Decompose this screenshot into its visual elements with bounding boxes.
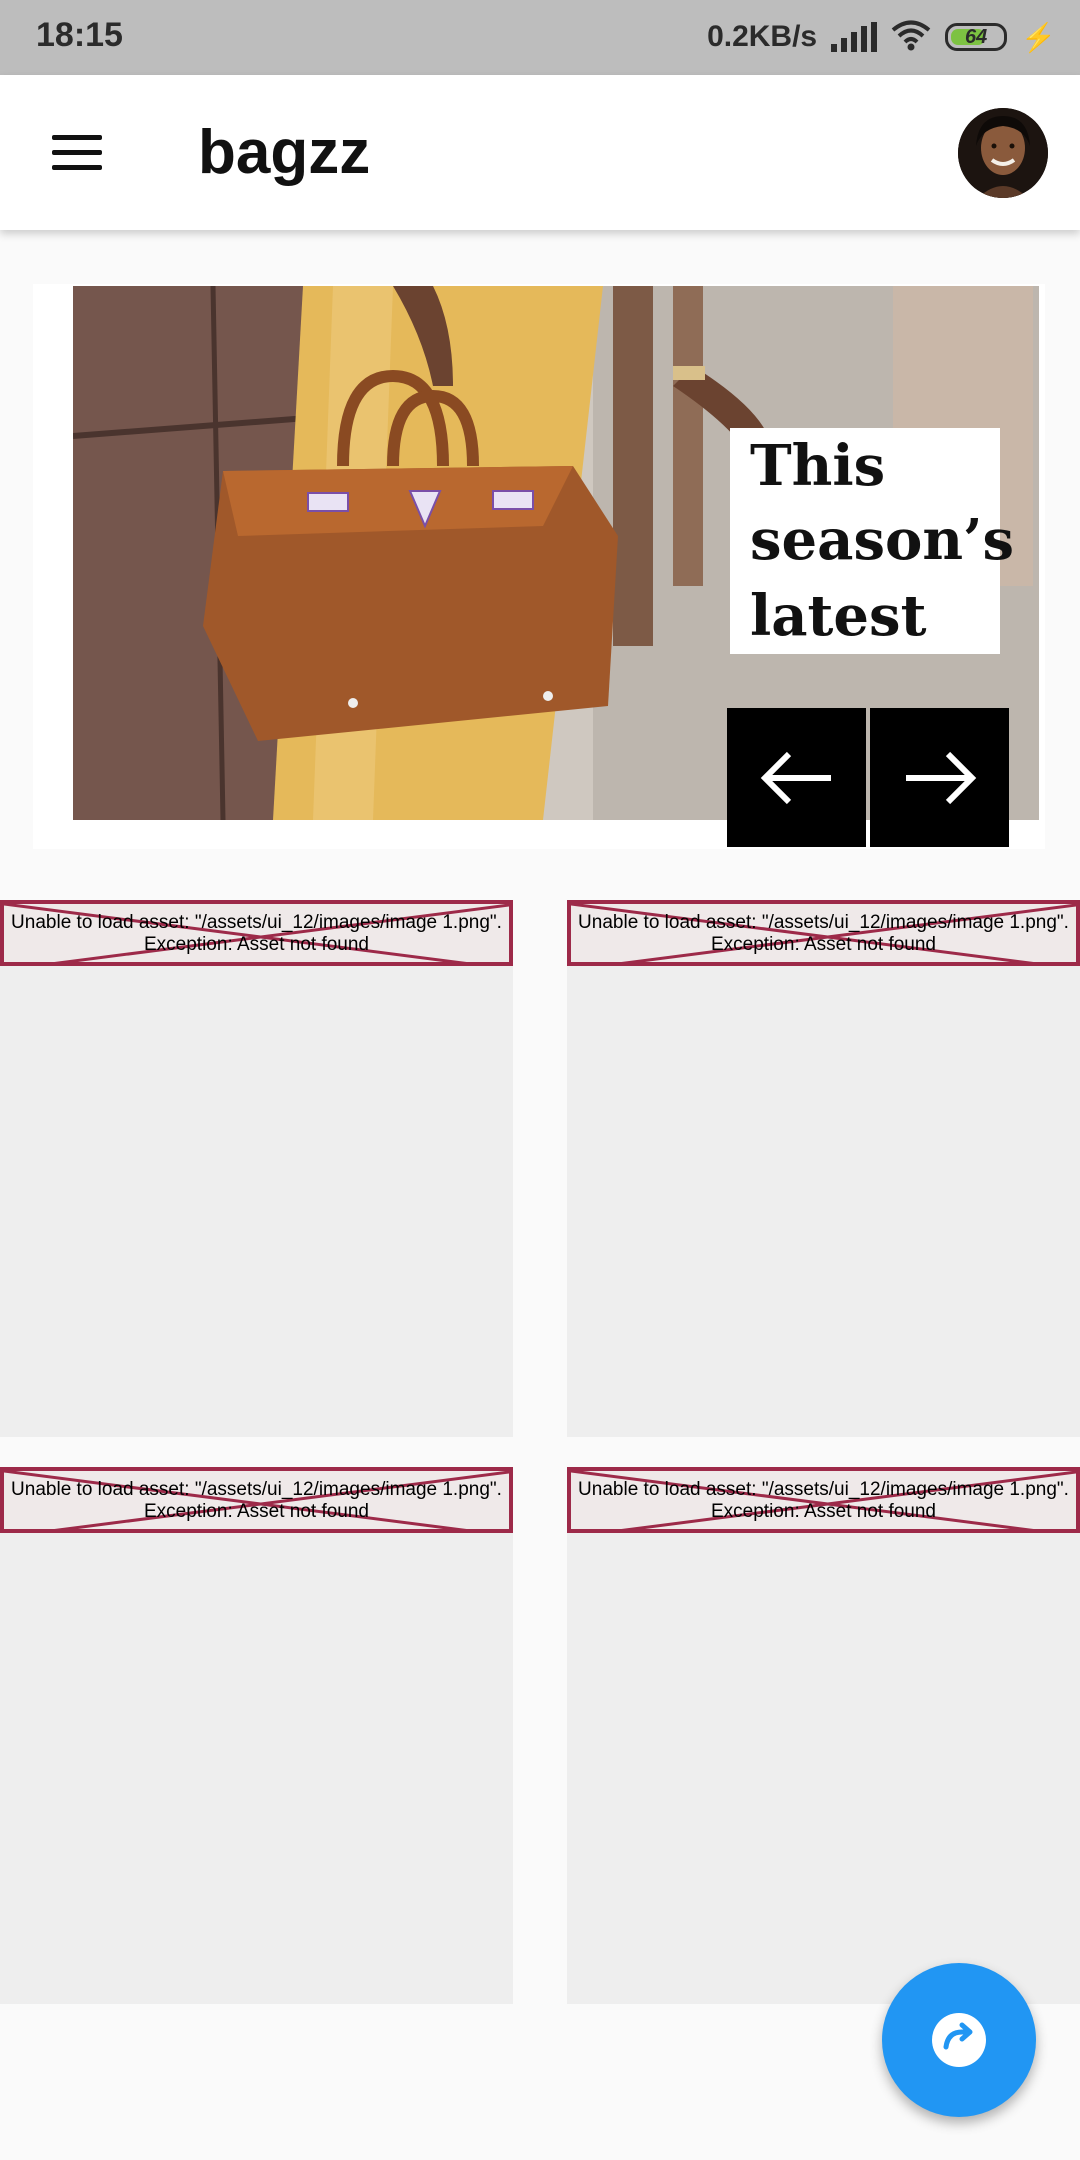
fab-button[interactable] xyxy=(882,1963,1036,2117)
wifi-icon xyxy=(891,19,931,56)
arrow-left-icon xyxy=(760,751,831,804)
battery-level: 64 xyxy=(965,25,988,48)
menu-icon[interactable] xyxy=(52,135,102,171)
asset-error-box: Unable to load asset: "/assets/ui_12/ima… xyxy=(0,900,513,966)
hero-caption: This season’s latest xyxy=(730,428,1014,654)
product-card[interactable]: Unable to load asset: "/assets/ui_12/ima… xyxy=(0,1467,513,2004)
network-speed: 0.2KB/s xyxy=(707,20,818,53)
prev-button[interactable] xyxy=(727,708,866,847)
product-card[interactable]: Unable to load asset: "/assets/ui_12/ima… xyxy=(567,1467,1080,2004)
next-button[interactable] xyxy=(870,708,1009,847)
user-avatar[interactable] xyxy=(958,108,1048,198)
asset-error-text: Unable to load asset: "/assets/ui_12/ima… xyxy=(11,1479,502,1522)
charging-bolt-icon: ⚡ xyxy=(1021,21,1056,53)
caption-line: season’s xyxy=(750,507,1015,573)
asset-error-box: Unable to load asset: "/assets/ui_12/ima… xyxy=(0,1467,513,1533)
asset-error-box: Unable to load asset: "/assets/ui_12/ima… xyxy=(567,900,1080,966)
app-title: bagzz xyxy=(198,118,371,187)
status-time: 18:15 xyxy=(36,16,123,54)
caption-line: This xyxy=(750,433,886,499)
status-bar: 18:15 0.2KB/s 64 ⚡ xyxy=(0,0,1080,75)
asset-error-box: Unable to load asset: "/assets/ui_12/ima… xyxy=(567,1467,1080,1533)
product-card[interactable]: Unable to load asset: "/assets/ui_12/ima… xyxy=(0,900,513,1437)
asset-error-text: Unable to load asset: "/assets/ui_12/ima… xyxy=(578,1479,1069,1522)
arrow-right-icon xyxy=(905,751,976,804)
asset-error-text: Unable to load asset: "/assets/ui_12/ima… xyxy=(11,912,502,955)
signal-icon xyxy=(831,22,878,52)
hero-banner[interactable]: This season’s latest xyxy=(33,284,1045,849)
app-bar: bagzz xyxy=(0,75,1080,230)
caption-line: latest xyxy=(750,583,927,649)
status-icons: 0.2KB/s 64 ⚡ xyxy=(707,14,1056,60)
product-card[interactable]: Unable to load asset: "/assets/ui_12/ima… xyxy=(567,900,1080,1437)
battery-icon: 64 xyxy=(945,23,1008,51)
asset-error-text: Unable to load asset: "/assets/ui_12/ima… xyxy=(578,912,1069,955)
redo-icon xyxy=(932,2013,986,2067)
